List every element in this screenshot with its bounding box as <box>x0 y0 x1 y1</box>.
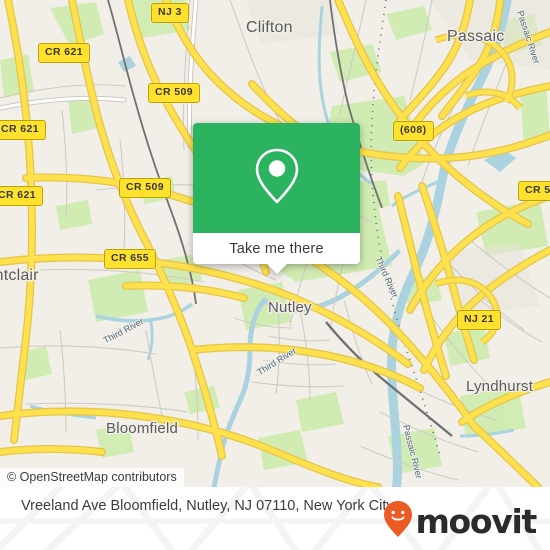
road-shield-cr-621c[interactable]: CR 621 <box>0 186 44 206</box>
popup-tail <box>265 263 288 274</box>
road-shield-nj-3[interactable]: NJ 3 <box>151 3 189 23</box>
caption-bar: Vreeland Ave Bloomfield, Nutley, NJ 0711… <box>0 487 550 550</box>
location-caption: Vreeland Ave Bloomfield, Nutley, NJ 0711… <box>21 498 394 514</box>
road-shield-cr-621b[interactable]: CR 621 <box>0 120 47 140</box>
popup-header <box>193 123 360 233</box>
moovit-logo[interactable]: moovit <box>383 500 537 543</box>
road-shield-cr-655[interactable]: CR 655 <box>104 249 157 269</box>
road-shield-608[interactable]: (608) <box>393 121 434 141</box>
map-pin-icon <box>254 147 300 210</box>
map-canvas[interactable]: Clifton Passaic Montclair Nutley Bloomfi… <box>0 0 550 487</box>
road-shield-nj-21[interactable]: NJ 21 <box>457 310 502 330</box>
popup-footer[interactable]: Take me there <box>193 233 360 274</box>
road-shield-cr-507[interactable]: CR 50 <box>518 181 550 201</box>
location-popup[interactable]: Take me there <box>193 123 360 274</box>
take-me-there-button[interactable]: Take me there <box>229 241 323 257</box>
moovit-wordmark: moovit <box>415 502 537 541</box>
road-shield-cr-621a[interactable]: CR 621 <box>38 43 91 63</box>
moovit-map-card: Clifton Passaic Montclair Nutley Bloomfi… <box>0 0 550 550</box>
road-shield-cr-509a[interactable]: CR 509 <box>148 83 201 103</box>
osm-attribution[interactable]: © OpenStreetMap contributors <box>0 468 184 487</box>
moovit-pin-icon <box>383 500 413 543</box>
road-shield-cr-509b[interactable]: CR 509 <box>119 178 172 198</box>
